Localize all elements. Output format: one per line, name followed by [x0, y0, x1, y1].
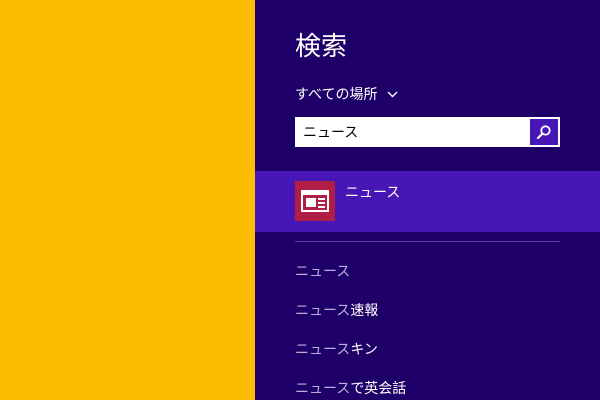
suggestion-rest: キン [350, 342, 378, 358]
suggestion-item[interactable]: ニュース速報 [295, 297, 406, 336]
suggestion-prefix: ニュース [295, 342, 351, 358]
suggestion-item[interactable]: ニュースで英会話 [295, 375, 406, 400]
search-suggestions: ニュース ニュース速報 ニュースキン ニュースで英会話 [295, 258, 406, 400]
suggestion-item[interactable]: ニュースキン [295, 336, 406, 375]
search-input[interactable] [295, 117, 520, 147]
suggestion-rest: 速報 [350, 303, 379, 319]
search-box [295, 117, 560, 147]
search-button[interactable] [530, 119, 558, 145]
suggestion-prefix: ニュース [295, 303, 351, 319]
suggestion-prefix: ニュース [295, 264, 351, 280]
desktop-background [0, 0, 255, 400]
search-title: 検索 [295, 32, 348, 62]
search-scope-dropdown[interactable]: すべての場所 [295, 83, 398, 105]
search-scope-label: すべての場所 [295, 87, 378, 103]
suggestion-prefix: ニュース [295, 381, 351, 397]
results-divider [295, 241, 560, 242]
app-result-news[interactable]: ニュース [255, 171, 600, 232]
chevron-down-icon [387, 91, 398, 97]
suggestion-item[interactable]: ニュース [295, 258, 406, 297]
news-app-icon [295, 181, 335, 221]
app-result-label: ニュース [345, 185, 401, 201]
search-charm-pane: 検索 すべての場所 ニュース ニュース ニュース ニュース速報 ニュースキン ニ… [255, 0, 600, 400]
magnifier-icon [536, 125, 551, 140]
suggestion-rest: で英会話 [350, 381, 407, 397]
